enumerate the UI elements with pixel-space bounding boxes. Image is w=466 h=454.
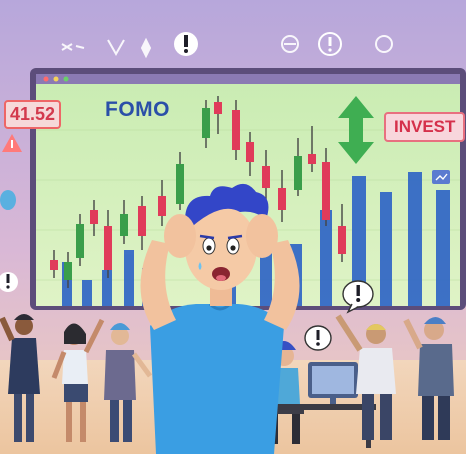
exclamation-icon xyxy=(174,32,198,56)
exclamation-icon xyxy=(304,325,332,351)
fomo-headline: FOMO xyxy=(105,98,170,121)
chart-icon xyxy=(432,170,450,184)
ticker-price-label: 41.52 xyxy=(4,100,62,129)
fomo-illustration xyxy=(0,0,466,454)
invest-sign: INVEST xyxy=(384,112,466,142)
